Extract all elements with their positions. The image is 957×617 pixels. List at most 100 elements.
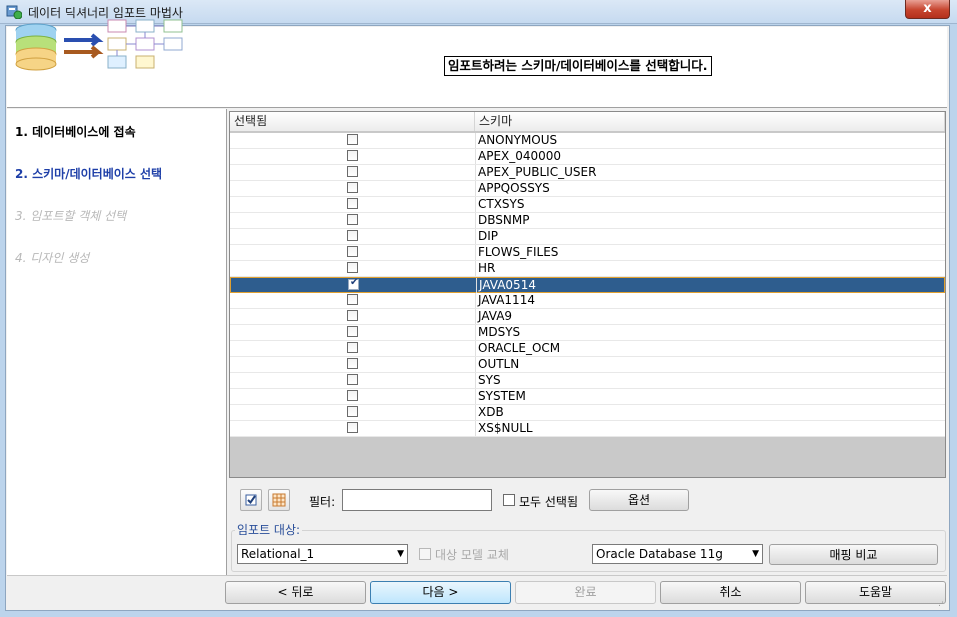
table-row[interactable]: ✔ JAVA9 (230, 309, 945, 325)
column-divider (475, 197, 476, 212)
row-select-checkbox[interactable]: ✔ (347, 246, 358, 257)
replace-target-model-label: 대상 모델 교체 (435, 548, 509, 562)
cancel-button[interactable]: 취소 (660, 581, 801, 604)
table-row[interactable]: ✔ HR (230, 261, 945, 277)
row-select-checkbox[interactable]: ✔ (347, 182, 358, 193)
table-row[interactable]: ✔ APEX_PUBLIC_USER (230, 165, 945, 181)
column-divider (475, 373, 476, 388)
row-select-checkbox[interactable]: ✔ (347, 406, 358, 417)
step-connect-database[interactable]: 1. 데이터베이스에 접속 (15, 123, 136, 140)
options-button[interactable]: 옵션 (589, 489, 689, 511)
database-version-select[interactable]: Oracle Database 11g ▼ (592, 544, 763, 564)
row-select-checkbox[interactable]: ✔ (347, 150, 358, 161)
row-select-checkbox[interactable]: ✔ (347, 214, 358, 225)
select-all-checkbox[interactable] (503, 494, 515, 506)
table-header: 선택됨 스키마 (230, 112, 945, 132)
step-select-objects: 3. 임포트할 객체 선택 (15, 209, 127, 223)
select-all-label[interactable]: 모두 선택됨 (519, 493, 578, 510)
replace-target-model-checkbox (419, 548, 431, 560)
schema-name: JAVA9 (478, 309, 513, 323)
close-button[interactable]: x (905, 0, 950, 19)
step-generate-design: 4. 디자인 생성 (15, 251, 90, 265)
row-select-checkbox[interactable]: ✔ (347, 342, 358, 353)
relational-model-select[interactable]: Relational_1 ▼ (237, 544, 408, 564)
schema-name: APEX_040000 (478, 149, 562, 163)
table-row[interactable]: ✔ APPQOSSYS (230, 181, 945, 197)
row-select-checkbox[interactable]: ✔ (347, 390, 358, 401)
row-select-checkbox[interactable]: ✔ (347, 358, 358, 369)
schema-table[interactable]: 선택됨 스키마 ✔ ANONYMOUS ✔ APEX_040000 ✔ APEX_PUBL… (229, 111, 946, 478)
table-row[interactable]: ✔ OUTLN (230, 357, 945, 373)
column-divider (475, 405, 476, 420)
finish-button: 완료 (515, 581, 656, 604)
step-select-schema[interactable]: 2. 스키마/데이터베이스 선택 (15, 165, 162, 182)
table-row[interactable]: ✔ JAVA1114 (230, 293, 945, 309)
schema-name: MDSYS (478, 325, 521, 339)
next-button[interactable]: 다음 > (370, 581, 511, 604)
column-divider (475, 261, 476, 276)
column-divider (475, 421, 476, 436)
schema-name: HR (478, 261, 496, 275)
row-select-checkbox[interactable]: ✔ (347, 166, 358, 177)
table-row[interactable]: ✔ DBSNMP (230, 213, 945, 229)
filter-input[interactable] (342, 489, 492, 511)
row-select-checkbox[interactable]: ✔ (347, 310, 358, 321)
database-version-value: Oracle Database 11g (596, 547, 723, 561)
table-row[interactable]: ✔ SYSTEM (230, 389, 945, 405)
table-row[interactable]: ✔ FLOWS_FILES (230, 245, 945, 261)
filter-label: 필터: (309, 495, 336, 509)
compare-mapping-button[interactable]: 매핑 비교 (769, 544, 938, 565)
grid-select-button[interactable] (268, 489, 290, 511)
table-row[interactable]: ✔ XS$NULL (230, 421, 945, 437)
table-row[interactable]: ✔ DIP (230, 229, 945, 245)
schema-name: APPQOSSYS (478, 181, 550, 195)
column-divider (475, 389, 476, 404)
row-select-checkbox[interactable]: ✔ (348, 277, 359, 290)
schema-name: XDB (478, 405, 504, 419)
table-row[interactable]: ✔ JAVA0514 (230, 277, 945, 293)
column-divider (475, 181, 476, 196)
resize-grip-icon[interactable]: ⋰ (938, 598, 948, 608)
column-divider (475, 165, 476, 180)
steps-panel: 1. 데이터베이스에 접속 2. 스키마/데이터베이스 선택 3. 임포트할 객… (7, 109, 227, 575)
column-divider (475, 309, 476, 324)
column-divider (475, 213, 476, 228)
check-all-button[interactable] (240, 489, 262, 511)
table-row[interactable]: ✔ MDSYS (230, 325, 945, 341)
table-rows: ✔ANONYMOUS✔APEX_040000✔APEX_PUBLIC_USER✔… (230, 133, 945, 437)
schema-name: FLOWS_FILES (478, 245, 559, 259)
schema-name: SYS (478, 373, 501, 387)
checkmark-icon: ✔ (350, 277, 359, 288)
table-row[interactable]: ✔ SYS (230, 373, 945, 389)
row-select-checkbox[interactable]: ✔ (347, 134, 358, 145)
row-select-checkbox[interactable]: ✔ (347, 262, 358, 273)
column-divider (475, 133, 476, 148)
column-divider (475, 229, 476, 244)
table-row[interactable]: ✔ ANONYMOUS (230, 133, 945, 149)
column-divider (475, 149, 476, 164)
row-select-checkbox[interactable]: ✔ (347, 230, 358, 241)
table-row[interactable]: ✔ CTXSYS (230, 197, 945, 213)
row-select-checkbox[interactable]: ✔ (347, 374, 358, 385)
column-divider (475, 341, 476, 356)
table-row[interactable]: ✔ XDB (230, 405, 945, 421)
row-select-checkbox[interactable]: ✔ (347, 294, 358, 305)
column-header-selected[interactable]: 선택됨 (230, 112, 475, 131)
table-row[interactable]: ✔ ORACLE_OCM (230, 341, 945, 357)
column-header-schema[interactable]: 스키마 (475, 112, 945, 131)
column-divider (475, 293, 476, 308)
schema-name: SYSTEM (478, 389, 526, 403)
dropdown-arrow-icon: ▼ (752, 549, 759, 559)
table-row[interactable]: ✔ APEX_040000 (230, 149, 945, 165)
row-select-checkbox[interactable]: ✔ (347, 326, 358, 337)
back-button[interactable]: < 뒤로 (225, 581, 366, 604)
schema-name: JAVA0514 (479, 278, 536, 292)
check-all-icon (245, 494, 257, 506)
header-instruction: 임포트하려는 스키마/데이터베이스를 선택합니다. (444, 56, 712, 76)
help-button[interactable]: 도움말 (805, 581, 946, 604)
row-select-checkbox[interactable]: ✔ (347, 198, 358, 209)
relational-model-value: Relational_1 (241, 547, 315, 561)
import-target-label: 임포트 대상: (235, 521, 303, 538)
dropdown-arrow-icon: ▼ (397, 549, 404, 559)
row-select-checkbox[interactable]: ✔ (347, 422, 358, 433)
